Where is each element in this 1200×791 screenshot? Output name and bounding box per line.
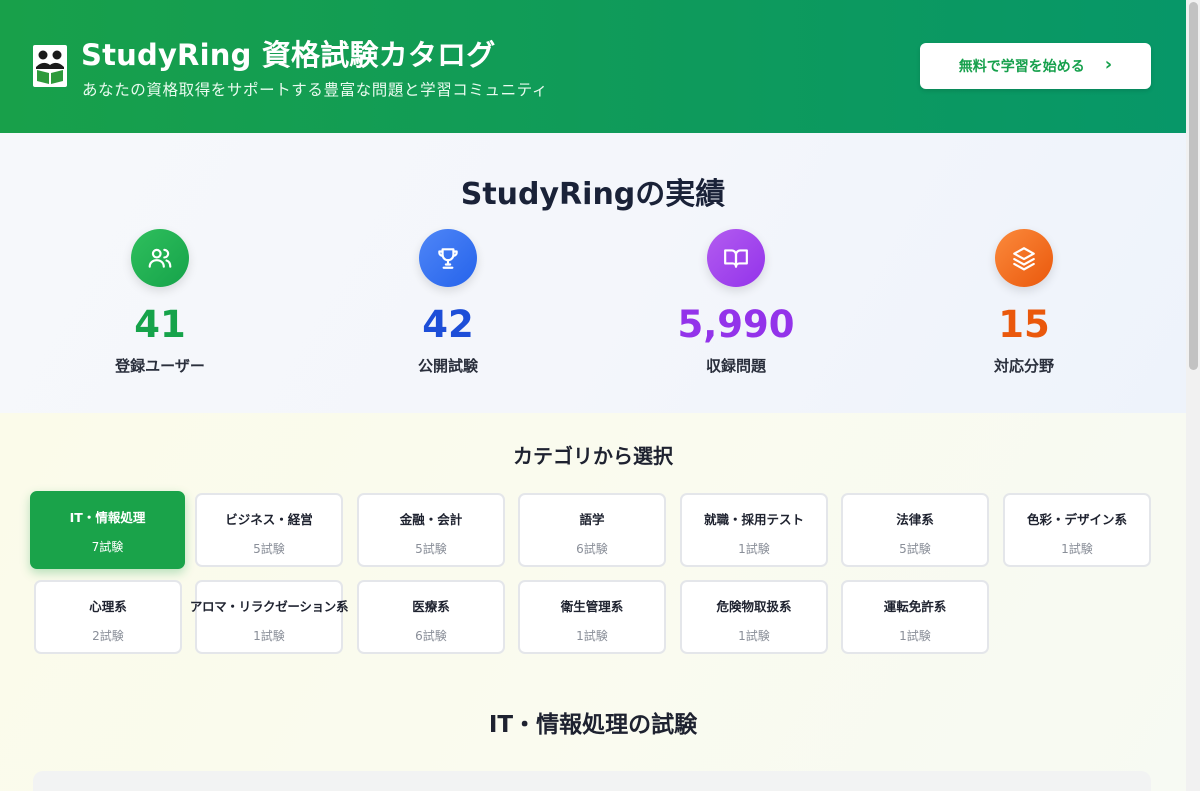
stat-value: 15	[998, 303, 1050, 346]
stat-questions: 5,990 収録問題	[616, 229, 856, 376]
category-name: 就職・採用テスト	[703, 512, 804, 527]
category-name: ビジネス・経営	[225, 512, 313, 527]
category-card-medical[interactable]: 医療系 6試験	[357, 580, 505, 654]
book-open-icon	[707, 229, 765, 287]
category-count: 6試験	[415, 629, 447, 643]
category-count: 5試験	[899, 542, 931, 556]
category-count: 1試験	[576, 629, 608, 643]
category-count: 1試験	[253, 629, 285, 643]
start-learning-label: 無料で学習を始める	[958, 59, 1085, 75]
category-name: 心理系	[89, 599, 127, 614]
category-count: 1試験	[1061, 542, 1093, 556]
users-icon	[131, 229, 189, 287]
category-card-language[interactable]: 語学 6試験	[518, 493, 666, 567]
page-scrollbar[interactable]	[1186, 0, 1200, 791]
category-card-driving[interactable]: 運転免許系 1試験	[841, 580, 989, 654]
category-count: 2試験	[92, 629, 124, 643]
exam-list-panel	[33, 771, 1151, 791]
stat-value: 5,990	[677, 303, 795, 346]
layers-icon	[995, 229, 1053, 287]
chevron-right-icon: ›	[1104, 54, 1113, 75]
category-name: 法律系	[896, 512, 934, 527]
stat-exams: 42 公開試験	[328, 229, 568, 376]
start-learning-button[interactable]: 無料で学習を始める ›	[920, 43, 1151, 89]
category-name: 運転免許系	[883, 599, 947, 614]
trophy-icon	[419, 229, 477, 287]
stats-title: StudyRingの実績	[460, 177, 726, 212]
category-count: 1試験	[738, 629, 770, 643]
category-card-employment-test[interactable]: 就職・採用テスト 1試験	[680, 493, 828, 567]
category-count: 5試験	[253, 542, 285, 556]
category-card-business[interactable]: ビジネス・経営 5試験	[195, 493, 343, 567]
category-card-hazardous[interactable]: 危険物取扱系 1試験	[680, 580, 828, 654]
stat-label: 登録ユーザー	[115, 357, 205, 375]
page-subtitle: あなたの資格取得をサポートする豊富な問題と学習コミュニティ	[82, 81, 548, 99]
stat-users: 41 登録ユーザー	[40, 229, 280, 376]
category-count: 5試験	[415, 542, 447, 556]
category-section: カテゴリから選択 IT・情報処理 7試験 ビジネス・経営 5試験 金融・会計 5…	[0, 413, 1186, 791]
category-name: 金融・会計	[399, 512, 463, 527]
scrollbar-thumb[interactable]	[1189, 2, 1198, 370]
stat-label: 収録問題	[705, 357, 766, 375]
stat-label: 公開試験	[417, 357, 478, 375]
category-card-finance[interactable]: 金融・会計 5試験	[357, 493, 505, 567]
page-title: StudyRing 資格試験カタログ	[81, 38, 496, 72]
stats-section: StudyRingの実績 41 登録ユーザー 42 公開試験 5,990 収録問…	[0, 133, 1186, 413]
category-card-hygiene[interactable]: 衛生管理系 1試験	[518, 580, 666, 654]
category-name: アロマ・リラクゼーション系	[189, 599, 349, 614]
category-card-it[interactable]: IT・情報処理 7試験	[30, 491, 185, 569]
stat-value: 42	[422, 303, 474, 346]
category-name: 語学	[579, 512, 605, 527]
category-count: 1試験	[899, 629, 931, 643]
exams-section-title: IT・情報処理の試験	[488, 712, 698, 738]
category-name: 危険物取扱系	[716, 599, 792, 614]
category-count: 1試験	[738, 542, 770, 556]
people-book-logo	[33, 45, 67, 87]
category-card-aroma[interactable]: アロマ・リラクゼーション系 1試験	[190, 580, 348, 654]
page-header: StudyRing 資格試験カタログ あなたの資格取得をサポートする豊富な問題と…	[0, 0, 1186, 133]
category-name: IT・情報処理	[69, 510, 146, 525]
category-name: 色彩・デザイン系	[1026, 512, 1127, 527]
stat-label: 対応分野	[993, 357, 1054, 375]
category-card-color-design[interactable]: 色彩・デザイン系 1試験	[1003, 493, 1151, 567]
stat-value: 41	[134, 303, 186, 346]
category-count: 7試験	[91, 540, 124, 554]
stat-fields: 15 対応分野	[904, 229, 1144, 376]
category-name: 衛生管理系	[560, 599, 624, 614]
category-card-psychology[interactable]: 心理系 2試験	[34, 580, 182, 654]
category-title: カテゴリから選択	[513, 444, 673, 468]
category-count: 6試験	[576, 542, 608, 556]
category-card-law[interactable]: 法律系 5試験	[841, 493, 989, 567]
category-name: 医療系	[412, 599, 450, 614]
